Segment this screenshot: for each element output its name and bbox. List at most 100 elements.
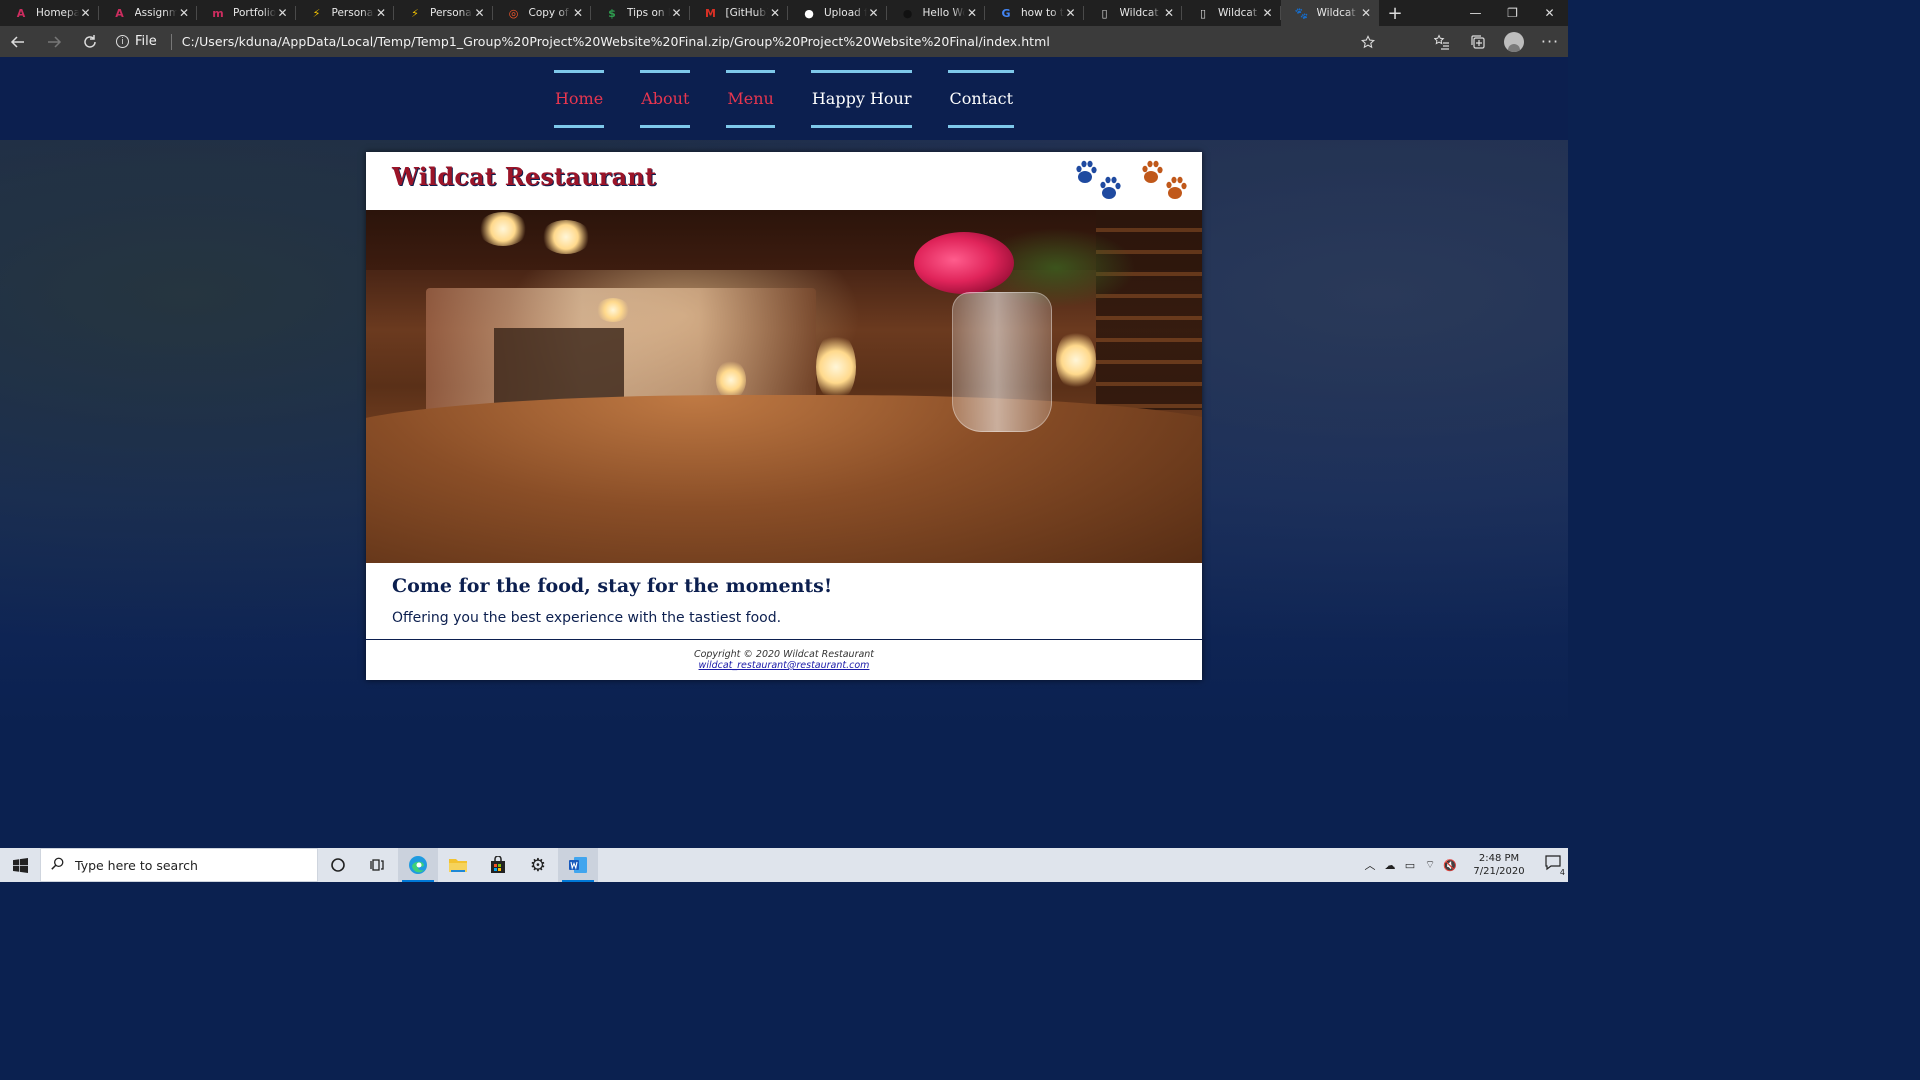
- action-center-button[interactable]: 4: [1538, 848, 1568, 882]
- notification-count-badge: 4: [1559, 868, 1565, 877]
- forward-button[interactable]: [36, 26, 72, 57]
- tab-label: Homepage: [36, 7, 79, 19]
- word-button[interactable]: [558, 848, 598, 882]
- footer-divider: [366, 639, 1202, 640]
- browser-tab[interactable]: ◎ Copy of Si✕: [493, 0, 592, 26]
- wifi-icon[interactable]: ⌔: [1420, 858, 1440, 872]
- file-scheme-label: File: [135, 34, 157, 49]
- tab-label: Assignments: [134, 7, 178, 19]
- tab-close-icon[interactable]: ✕: [276, 6, 290, 20]
- tab-favicon-icon: M: [705, 6, 716, 20]
- refresh-icon: [84, 34, 96, 48]
- address-separator: [170, 33, 172, 50]
- volume-muted-icon[interactable]: 🔇: [1440, 859, 1460, 872]
- candle-light: [716, 360, 746, 400]
- close-window-button[interactable]: ✕: [1531, 0, 1568, 26]
- cortana-button[interactable]: [318, 848, 358, 882]
- tab-close-icon[interactable]: ✕: [768, 6, 782, 20]
- favorites-list-icon: [1434, 33, 1449, 50]
- minimize-button[interactable]: —: [1457, 0, 1494, 26]
- collections-button[interactable]: [1460, 26, 1496, 57]
- window-controls: — ❐ ✕: [1457, 0, 1568, 26]
- tab-favicon-icon: ⚡: [312, 6, 321, 20]
- back-button[interactable]: [0, 26, 36, 57]
- new-tab-button[interactable]: +: [1379, 0, 1411, 26]
- nav-link-about[interactable]: About: [640, 69, 691, 128]
- favorites-button[interactable]: [1424, 26, 1460, 57]
- browser-tab[interactable]: M [GitHub] P✕: [690, 0, 789, 26]
- browser-tab[interactable]: 🐾 Wildcat Re✕: [1280, 0, 1379, 26]
- browser-tab[interactable]: ● Upload file✕: [788, 0, 887, 26]
- browser-tab[interactable]: $ Tips on Bu✕: [591, 0, 690, 26]
- favorite-star-button[interactable]: [1350, 26, 1386, 57]
- nav-link-happy-hour[interactable]: Happy Hour: [810, 69, 913, 128]
- tab-strip: AHomepage✕AAssignments✕mPortfolios✕⚡Pers…: [0, 0, 1568, 26]
- site-footer: Copyright © 2020 Wildcat Restaurant wild…: [366, 649, 1202, 671]
- edge-icon: [409, 856, 427, 874]
- footer-email-link[interactable]: wildcat_restaurant@restaurant.com: [699, 660, 870, 671]
- browser-tab[interactable]: A Homepage✕: [0, 0, 99, 26]
- tab-close-icon[interactable]: ✕: [965, 6, 979, 20]
- clock-date: 7/21/2020: [1473, 866, 1525, 877]
- search-icon: [51, 857, 67, 874]
- avatar: [1504, 31, 1524, 52]
- paw-prints-logo: [1076, 160, 1187, 199]
- windows-taskbar: Type here to search ⚙ ︿ ☁ ▭ ⌔ 🔇 2:48 PM …: [0, 848, 1568, 882]
- address-bar[interactable]: i File C:/Users/kduna/AppData/Local/Temp…: [116, 29, 1386, 55]
- word-icon: [569, 857, 587, 873]
- battery-icon[interactable]: ▭: [1400, 859, 1420, 872]
- orange-paw-icon: [1142, 160, 1187, 199]
- tab-close-icon[interactable]: ✕: [374, 6, 388, 20]
- browser-tab[interactable]: Ghow to tal✕: [985, 0, 1084, 26]
- blue-paw-icon: [1076, 160, 1121, 199]
- tab-close-icon[interactable]: ✕: [177, 6, 191, 20]
- tab-label: Upload file: [824, 7, 867, 19]
- tab-close-icon[interactable]: ✕: [1162, 6, 1176, 20]
- nav-link-home[interactable]: Home: [553, 69, 605, 128]
- start-button[interactable]: [0, 848, 40, 882]
- edge-taskbar-button[interactable]: [398, 848, 438, 882]
- tab-close-icon[interactable]: ✕: [867, 6, 881, 20]
- tab-close-icon[interactable]: ✕: [79, 6, 93, 20]
- browser-tab[interactable]: ● Hello Wor✕: [887, 0, 986, 26]
- settings-button[interactable]: ⚙: [518, 848, 558, 882]
- candle-light: [1056, 330, 1096, 390]
- nav-link-contact[interactable]: Contact: [948, 69, 1015, 128]
- collections-icon: [1471, 34, 1485, 49]
- hero-restaurant-image: [366, 210, 1202, 563]
- profile-button[interactable]: [1496, 26, 1532, 57]
- ceiling-light: [541, 220, 591, 254]
- file-explorer-button[interactable]: [438, 848, 478, 882]
- taskbar-search-input[interactable]: Type here to search: [40, 848, 318, 882]
- url-text[interactable]: C:/Users/kduna/AppData/Local/Temp/Temp1_…: [182, 34, 1050, 49]
- browser-tab[interactable]: ▯ Wildcat Re✕: [1182, 0, 1281, 26]
- browser-tab[interactable]: m Portfolios✕: [197, 0, 296, 26]
- tab-label: Wildcat Re: [1119, 7, 1163, 19]
- tab-close-icon[interactable]: ✕: [1064, 6, 1078, 20]
- onedrive-cloud-icon[interactable]: ☁: [1380, 859, 1400, 872]
- tab-close-icon[interactable]: ✕: [670, 6, 684, 20]
- settings-more-button[interactable]: ···: [1532, 26, 1568, 57]
- clock-time: 2:48 PM: [1478, 853, 1520, 864]
- site-info-icon[interactable]: i: [116, 35, 129, 48]
- tab-favicon-icon: A: [16, 6, 26, 20]
- browser-tab[interactable]: ▯ Wildcat Re✕: [1084, 0, 1183, 26]
- taskbar-clock[interactable]: 2:48 PM 7/21/2020: [1466, 852, 1532, 878]
- restore-button[interactable]: ❐: [1494, 0, 1531, 26]
- tab-favicon-icon: ●: [902, 6, 913, 20]
- show-hidden-icons-chevron-icon[interactable]: ︿: [1360, 857, 1380, 873]
- browser-tab[interactable]: A Assignments✕: [99, 0, 198, 26]
- task-view-button[interactable]: [358, 848, 398, 882]
- nav-link-menu[interactable]: Menu: [726, 69, 775, 128]
- tab-close-icon[interactable]: ✕: [571, 6, 585, 20]
- tab-favicon-icon: ▯: [1199, 6, 1207, 20]
- tab-close-icon[interactable]: ✕: [1261, 6, 1275, 20]
- refresh-button[interactable]: [72, 26, 108, 57]
- tab-label: Personal F: [331, 7, 375, 19]
- browser-tab[interactable]: ⚡ Personal F✕: [394, 0, 493, 26]
- store-button[interactable]: [478, 848, 518, 882]
- browser-tab[interactable]: ⚡ Personal F✕: [296, 0, 395, 26]
- tab-close-icon[interactable]: ✕: [473, 6, 487, 20]
- tab-label: Wildcat Re: [1316, 7, 1360, 19]
- tab-close-icon[interactable]: ✕: [1359, 6, 1373, 20]
